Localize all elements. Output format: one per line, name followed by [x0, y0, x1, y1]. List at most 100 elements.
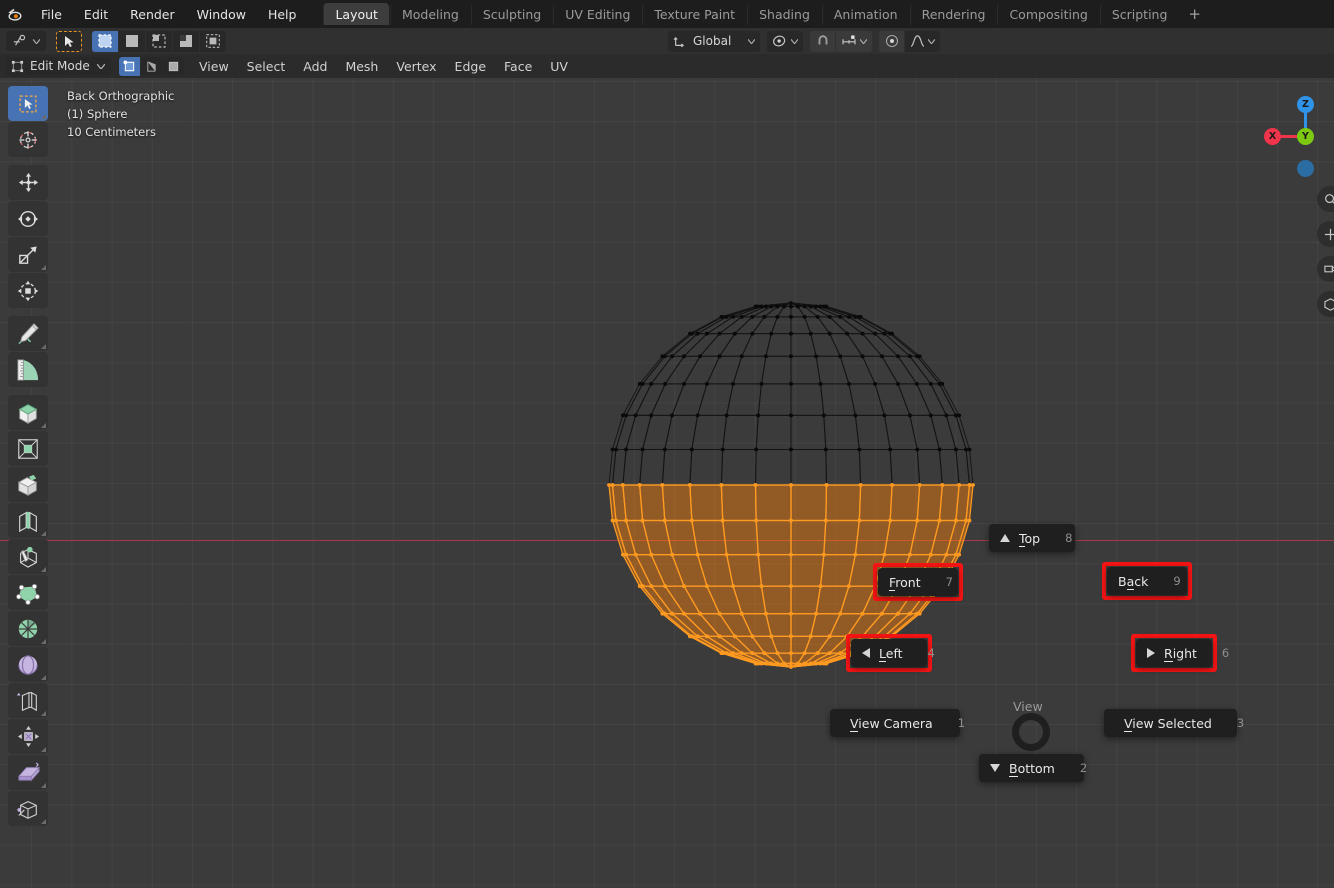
header-menu-uv[interactable]: UV — [541, 54, 577, 78]
select-set-icon[interactable] — [119, 31, 145, 52]
tool-rip-region[interactable] — [8, 791, 48, 826]
tool-rotate[interactable] — [8, 201, 48, 236]
tool-transform[interactable] — [8, 273, 48, 308]
proportional-edit-icon[interactable] — [879, 31, 904, 52]
3d-viewport[interactable]: Back Orthographic (1) Sphere 10 Centimet… — [0, 78, 1334, 888]
header-menu-vertex[interactable]: Vertex — [387, 54, 445, 78]
mode-selector[interactable]: Edit Mode — [6, 57, 111, 76]
pie-bottom-shortcut: 2 — [1064, 761, 1087, 775]
tab-shading[interactable]: Shading — [747, 3, 821, 25]
pie-view-camera[interactable]: View Camera1 — [830, 709, 960, 737]
tool-submenu-corner-icon — [41, 567, 46, 572]
navigation-gizmo[interactable]: Z Y X — [1250, 86, 1328, 178]
header-menu-mesh[interactable]: Mesh — [336, 54, 387, 78]
tool-annotate[interactable] — [8, 316, 48, 351]
tool-knife[interactable] — [8, 539, 48, 574]
edge-select-icon[interactable] — [141, 57, 162, 76]
gizmo-axis-z[interactable]: Z — [1297, 96, 1314, 113]
tool-extrude-region[interactable] — [8, 395, 48, 430]
pie-left[interactable]: Left4 — [851, 639, 927, 667]
tool-smooth[interactable] — [8, 647, 48, 682]
tool-bevel[interactable] — [8, 467, 48, 502]
chevron-down-icon — [97, 64, 105, 69]
pie-right[interactable]: Right6 — [1136, 639, 1212, 667]
tool-submenu-corner-icon — [41, 711, 46, 716]
edit-mode-icon — [11, 60, 24, 73]
gizmo-axis-x[interactable]: X — [1264, 128, 1281, 145]
menu-file[interactable]: File — [30, 0, 73, 28]
gizmo-axis-y[interactable]: Y — [1297, 128, 1314, 145]
pie-top[interactable]: Top8 — [989, 524, 1075, 552]
tool-edge-slide[interactable] — [8, 683, 48, 718]
proportional-falloff-selector[interactable] — [905, 31, 940, 52]
pie-top-shortcut: 8 — [1049, 531, 1072, 545]
tool-poly-build[interactable] — [8, 575, 48, 610]
uv-sphere-mesh[interactable] — [0, 78, 1334, 888]
pie-center-label: View — [1013, 699, 1043, 714]
tool-cursor[interactable] — [8, 122, 48, 157]
select-mode-group — [92, 31, 226, 52]
select-subtract-icon[interactable] — [173, 31, 199, 52]
tab-sculpting[interactable]: Sculpting — [471, 3, 552, 25]
tool-select-box[interactable] — [8, 86, 48, 121]
zoom-icon[interactable] — [1317, 186, 1334, 212]
chevron-down-icon — [33, 39, 40, 44]
header-menu-add[interactable]: Add — [294, 54, 336, 78]
tool-inset-faces[interactable] — [8, 431, 48, 466]
tab-layout[interactable]: Layout — [323, 3, 389, 25]
pie-center-ring[interactable] — [1012, 713, 1050, 751]
tool-submenu-corner-icon — [41, 114, 46, 119]
tool-spin[interactable] — [8, 611, 48, 646]
gizmo-axis-neg-z[interactable] — [1297, 160, 1314, 177]
tool-submenu-corner-icon — [41, 675, 46, 680]
pie-view-selected-label: View Selected — [1124, 716, 1212, 731]
header-menu-face[interactable]: Face — [495, 54, 541, 78]
tab-uv-editing[interactable]: UV Editing — [553, 3, 641, 25]
tab-animation[interactable]: Animation — [822, 3, 909, 25]
transform-orientation-selector[interactable]: Global — [668, 31, 760, 52]
vertex-select-icon[interactable] — [119, 57, 140, 76]
menu-render[interactable]: Render — [119, 0, 186, 28]
snap-magnet-icon[interactable] — [810, 31, 835, 52]
snap-target-selector[interactable] — [836, 31, 872, 52]
menu-edit[interactable]: Edit — [73, 0, 119, 28]
menu-window[interactable]: Window — [186, 0, 257, 28]
viewport-toolbar — [8, 86, 48, 826]
tool-loop-cut[interactable] — [8, 503, 48, 538]
blender-logo-icon[interactable] — [0, 0, 30, 28]
header-menu-edge[interactable]: Edge — [446, 54, 495, 78]
viewport-info-text: Back Orthographic (1) Sphere 10 Centimet… — [67, 87, 174, 141]
tab-scripting[interactable]: Scripting — [1100, 3, 1179, 25]
pivot-point-selector[interactable] — [767, 31, 803, 52]
camera-view-icon[interactable] — [1317, 256, 1334, 282]
pie-bottom[interactable]: Bottom2 — [979, 754, 1084, 782]
face-select-icon[interactable] — [163, 57, 184, 76]
pie-left-shortcut: 4 — [912, 646, 935, 660]
header-menu-view[interactable]: View — [190, 54, 238, 78]
add-workspace-button[interactable]: + — [1179, 3, 1210, 25]
header-menu-select[interactable]: Select — [238, 54, 295, 78]
tool-shrink-fatten[interactable] — [8, 719, 48, 754]
pie-view-camera-shortcut: 1 — [942, 716, 965, 730]
tool-move[interactable] — [8, 165, 48, 200]
pie-view-selected[interactable]: View Selected3 — [1104, 709, 1237, 737]
tool-measure[interactable] — [8, 352, 48, 387]
tweak-cursor-icon[interactable] — [56, 31, 82, 52]
pie-back[interactable]: Back9 — [1107, 567, 1187, 595]
tab-rendering[interactable]: Rendering — [910, 3, 997, 25]
tab-modeling[interactable]: Modeling — [390, 3, 470, 25]
select-extend-icon[interactable] — [146, 31, 172, 52]
tab-compositing[interactable]: Compositing — [997, 3, 1098, 25]
menu-help[interactable]: Help — [257, 0, 308, 28]
tool-shear[interactable] — [8, 755, 48, 790]
pie-front[interactable]: Front7 — [878, 568, 958, 596]
move-view-icon[interactable] — [1317, 221, 1334, 247]
tool-submenu-corner-icon — [41, 423, 46, 428]
tool-scale[interactable] — [8, 237, 48, 272]
select-box-icon[interactable] — [92, 31, 118, 52]
ortho-persp-toggle-icon[interactable] — [1317, 291, 1334, 317]
select-invert-icon[interactable] — [200, 31, 226, 52]
active-tool-selector[interactable] — [6, 31, 46, 51]
chevron-down-icon — [860, 39, 867, 44]
tab-texture-paint[interactable]: Texture Paint — [642, 3, 746, 25]
